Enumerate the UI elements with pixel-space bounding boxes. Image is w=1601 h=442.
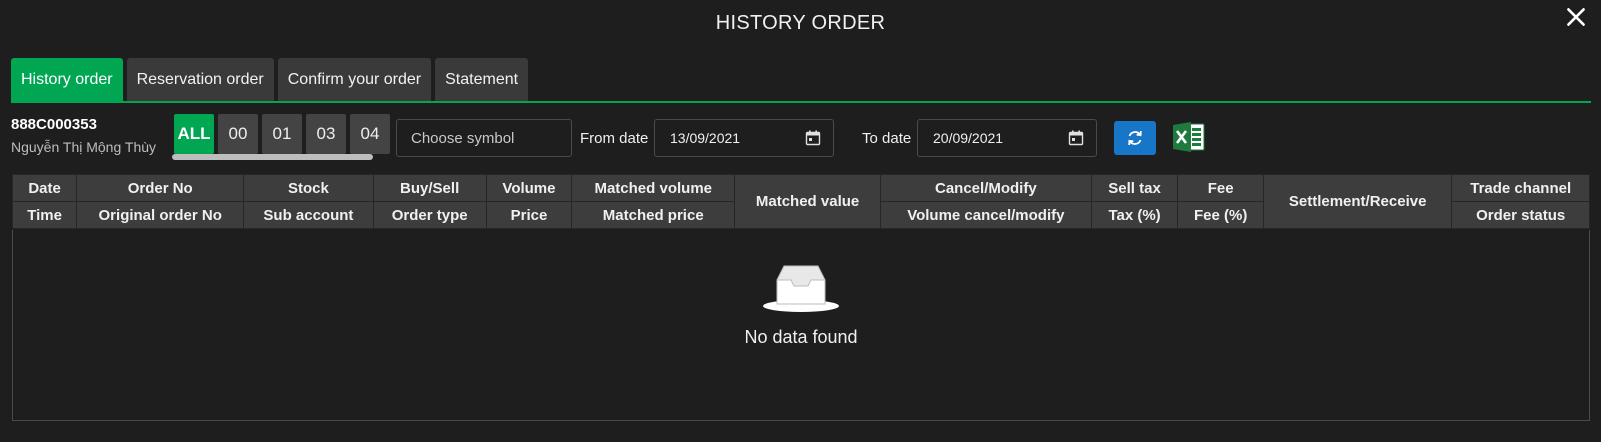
tab-statement[interactable]: Statement bbox=[435, 58, 529, 102]
to-date-field[interactable]: 20/09/2021 bbox=[917, 119, 1097, 157]
col-tax-percent[interactable]: Tax (%) bbox=[1090, 201, 1179, 229]
col-matched-volume[interactable]: Matched volume bbox=[571, 174, 736, 202]
refresh-icon bbox=[1128, 130, 1142, 146]
account-id: 888C000353 bbox=[11, 116, 97, 133]
tab-confirm-your-order[interactable]: Confirm your order bbox=[277, 58, 432, 102]
col-date[interactable]: Date bbox=[11, 174, 78, 202]
empty-state-text: No data found bbox=[744, 327, 858, 347]
col-matched-value[interactable]: Matched value bbox=[734, 174, 881, 229]
refresh-button[interactable] bbox=[1114, 121, 1156, 155]
tab-underline bbox=[11, 101, 1591, 103]
from-date-field[interactable]: 13/09/2021 bbox=[654, 119, 834, 157]
empty-inbox-icon bbox=[763, 265, 839, 312]
sub-account-scrollbar[interactable] bbox=[172, 154, 373, 160]
sub-account-selector: ALL 00 01 03 04 bbox=[174, 114, 390, 154]
sub-account-03[interactable]: 03 bbox=[306, 114, 346, 154]
order-table-body: No data found bbox=[12, 230, 1590, 421]
tab-reservation-order[interactable]: Reservation order bbox=[126, 58, 274, 102]
col-volume-cancel-modify[interactable]: Volume cancel/modify bbox=[879, 201, 1092, 229]
col-order-status[interactable]: Order status bbox=[1451, 201, 1590, 229]
sub-account-01[interactable]: 01 bbox=[262, 114, 302, 154]
calendar-icon[interactable] bbox=[805, 130, 821, 146]
sub-account-04[interactable]: 04 bbox=[350, 114, 390, 154]
excel-export-icon[interactable] bbox=[1172, 121, 1206, 153]
dialog-title: HISTORY ORDER bbox=[715, 12, 886, 34]
tab-history-order[interactable]: History order bbox=[11, 58, 123, 102]
tab-bar: History order Reservation order Confirm … bbox=[11, 58, 529, 102]
col-volume[interactable]: Volume bbox=[485, 174, 573, 202]
account-info: 888C000353 Nguyễn Thị Mộng Thùy bbox=[11, 116, 156, 155]
from-date-value: 13/09/2021 bbox=[670, 130, 741, 146]
to-date-label: To date bbox=[862, 130, 912, 147]
to-date-value: 20/09/2021 bbox=[933, 130, 1004, 146]
symbol-input[interactable] bbox=[396, 119, 572, 157]
col-time[interactable]: Time bbox=[11, 201, 78, 229]
sub-account-00[interactable]: 00 bbox=[218, 114, 258, 154]
col-order-type[interactable]: Order type bbox=[372, 201, 487, 229]
sub-account-all[interactable]: ALL bbox=[174, 114, 214, 154]
from-date-label: From date bbox=[580, 130, 649, 147]
calendar-icon[interactable] bbox=[1068, 130, 1084, 146]
col-order-no[interactable]: Order No bbox=[76, 174, 245, 202]
col-price[interactable]: Price bbox=[485, 201, 573, 229]
empty-state: No data found bbox=[13, 260, 1589, 348]
col-trade-channel[interactable]: Trade channel bbox=[1451, 174, 1590, 202]
close-icon[interactable] bbox=[1563, 4, 1589, 30]
order-table-header: Date Order No Stock Buy/Sell Volume Matc… bbox=[11, 174, 1590, 229]
col-cancel-modify[interactable]: Cancel/Modify bbox=[879, 174, 1092, 202]
col-settlement-receive[interactable]: Settlement/Receive bbox=[1262, 174, 1453, 229]
account-name: Nguyễn Thị Mộng Thùy bbox=[11, 139, 157, 155]
col-fee-percent[interactable]: Fee (%) bbox=[1177, 201, 1264, 229]
col-original-order-no[interactable]: Original order No bbox=[76, 201, 245, 229]
col-matched-price[interactable]: Matched price bbox=[571, 201, 736, 229]
col-buy-sell[interactable]: Buy/Sell bbox=[372, 174, 487, 202]
col-stock[interactable]: Stock bbox=[243, 174, 374, 202]
col-sell-tax[interactable]: Sell tax bbox=[1090, 174, 1179, 202]
col-fee[interactable]: Fee bbox=[1177, 174, 1264, 202]
col-sub-account[interactable]: Sub account bbox=[243, 201, 374, 229]
